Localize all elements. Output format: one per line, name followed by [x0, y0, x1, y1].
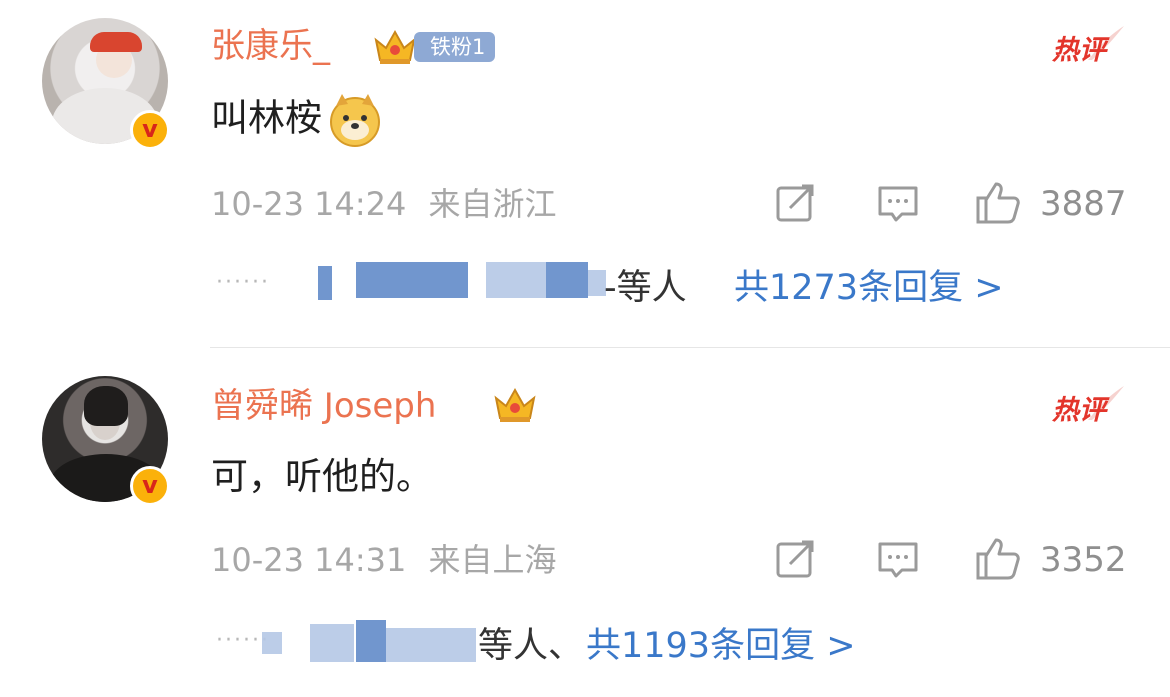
share-icon[interactable] [772, 180, 820, 228]
view-replies-link[interactable]: 共1273条回复 > [734, 268, 1004, 308]
reply-suffix: -等人 [604, 268, 687, 308]
avatar-cap [90, 32, 142, 52]
hot-label-text: 热评 [1052, 35, 1106, 66]
verified-badge-icon: v [130, 466, 170, 506]
verified-badge-icon: v [130, 110, 170, 150]
view-replies-link[interactable]: 共1193条回复 > [586, 626, 856, 666]
blurred-name-block [546, 262, 588, 298]
comment-text-body: 叫林桉 [211, 96, 322, 140]
like-thumb-icon[interactable] [974, 534, 1022, 582]
fan-level-badge: 铁粉1 [414, 32, 496, 62]
doge-emoji-icon [330, 94, 380, 147]
hot-label-text: 热评 [1052, 395, 1106, 426]
hot-comment-label: 热评 [1048, 24, 1128, 66]
hot-comment-label: 热评 [1048, 384, 1128, 426]
comment-meta: 10-23 14:31 来自上海 [211, 540, 557, 580]
like-count: 3352 [1040, 540, 1127, 580]
comment-divider [210, 347, 1170, 348]
timestamp: 10-23 14:24 [211, 185, 407, 223]
like-thumb-icon[interactable] [974, 178, 1022, 226]
blurred-name-block [356, 262, 468, 298]
crown-gold-icon [494, 387, 536, 422]
crown-gold-icon [374, 29, 416, 64]
blurred-name-block [262, 632, 282, 654]
timestamp: 10-23 14:31 [211, 541, 407, 579]
avatar-hair [84, 386, 128, 426]
share-icon[interactable] [772, 536, 820, 584]
comment-meta: 10-23 14:24 来自浙江 [211, 184, 557, 224]
blurred-name-block [318, 266, 332, 300]
blurred-name-block [310, 624, 354, 662]
comment-icon[interactable] [874, 536, 922, 584]
reply-suffix: 等人、 [478, 626, 584, 666]
comment-text: 可，听他的。 [211, 455, 433, 498]
location: 来自上海 [428, 541, 557, 579]
blurred-name-block [386, 628, 476, 662]
username[interactable]: 张康乐_ [211, 24, 330, 68]
username[interactable]: 曾舜晞 Joseph [211, 384, 436, 428]
blurred-name-block [486, 262, 546, 298]
like-count: 3887 [1040, 184, 1127, 224]
blurred-name-block [356, 620, 386, 662]
location: 来自浙江 [428, 185, 557, 223]
reply-dots: ······ [216, 270, 270, 295]
comment-text: 叫林桉 [211, 92, 384, 148]
comment-icon[interactable] [874, 180, 922, 228]
